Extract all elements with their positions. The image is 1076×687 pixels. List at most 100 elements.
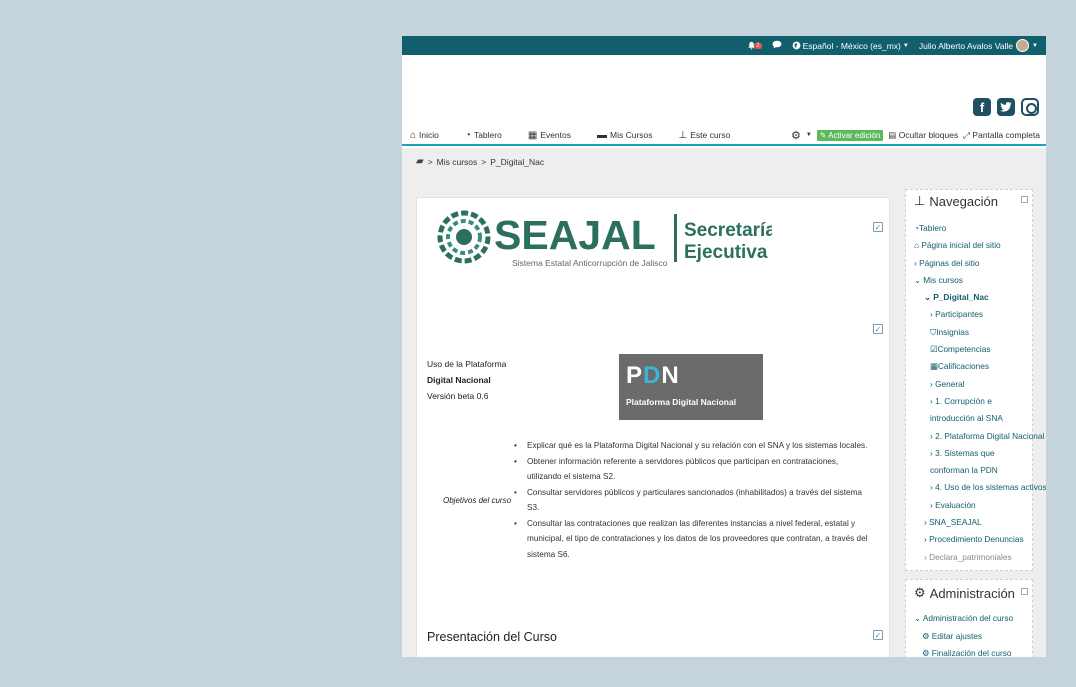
nav-tree-label: 1. Corrupción e introducción al SNA [930, 395, 1003, 424]
columns-icon: ▤ [888, 129, 897, 140]
caret-down-icon: ▼ [805, 132, 812, 138]
nav-tree-item[interactable]: › Páginas del sitio [914, 255, 1032, 272]
nav-tree-item[interactable]: › 4. Uso de los sistemas activos [914, 479, 1046, 496]
breadcrumb: ▰ > Mis cursos > P_Digital_Nac [416, 156, 544, 167]
activate-edit-label: Activar edición [828, 130, 881, 140]
messages-button[interactable] [772, 40, 782, 51]
activate-edit-button[interactable]: ✎ Activar edición [816, 129, 884, 141]
course-content: SEAJAL Sistema Estatal Anticorrupción de… [416, 197, 890, 657]
completion-checkbox[interactable]: ✓ [873, 222, 883, 232]
chevron-right-icon: › [914, 257, 917, 268]
pdn-letter: D [643, 362, 662, 389]
chevron-right-icon: › [930, 309, 933, 320]
user-menu[interactable]: Julio Alberto Avalos Valle ▼ [919, 39, 1038, 52]
nav-tree-item[interactable]: ⌂ Página inicial del sitio [914, 237, 1032, 254]
nav-mis-cursos[interactable]: ▬ Mis Cursos [597, 130, 653, 141]
breadcrumb-course[interactable]: P_Digital_Nac [490, 157, 544, 167]
twitter-icon[interactable] [997, 98, 1015, 116]
sitemap-icon: ⊥ [678, 129, 688, 141]
notifications-button[interactable]: 2 [747, 41, 762, 50]
nav-tree-item[interactable]: ⌄ P_Digital_Nac [914, 289, 1032, 306]
seajal-logo: SEAJAL Sistema Estatal Anticorrupción de… [437, 210, 772, 268]
nav-tree-item[interactable]: › General [914, 376, 1032, 393]
logo-line2: Ejecutiva [684, 242, 768, 263]
main-navbar: ⌂ Inicio ◔ Tablero ▦ Eventos ▬ Mis Curso… [402, 126, 1046, 146]
admin-label: Administración del curso [922, 613, 1014, 623]
pdn-letters: PDN [626, 362, 680, 390]
nav-tree-item[interactable]: › 1. Corrupción e introducción al SNA [914, 393, 1032, 428]
caret-down-icon: ▼ [902, 42, 909, 49]
admin-item[interactable]: ⚙ Finalización del curso [914, 645, 1013, 657]
user-name: Julio Alberto Avalos Valle [918, 40, 1014, 51]
nav-tablero[interactable]: ◔ Tablero [465, 130, 502, 141]
fullscreen-button[interactable]: ⤢ Pantalla completa [963, 130, 1040, 141]
nav-tree-item[interactable]: › 3. Sistemas que conforman la PDN [914, 445, 1032, 480]
collapse-block-button[interactable] [1021, 196, 1028, 203]
breadcrumb-mis-cursos[interactable]: Mis cursos [437, 157, 478, 167]
nav-tree-label: Páginas del sitio [919, 257, 980, 268]
nav-tree-label: General [935, 378, 965, 389]
administration-tree: ⌄ Administración del curso ⚙ Editar ajus… [914, 610, 1013, 657]
globe-icon [792, 41, 800, 50]
briefcase-icon: ▬ [597, 129, 607, 141]
logo-tagline: Sistema Estatal Anticorrupción de Jalisc… [512, 258, 668, 268]
nav-eventos[interactable]: ▦ Eventos [528, 130, 571, 141]
collapse-block-button[interactable] [1021, 588, 1028, 595]
nav-tree-label: 4. Uso de los sistemas activos [935, 482, 1046, 493]
course-info: Uso de la Plataforma Digital Nacional Ve… [427, 356, 506, 404]
logo-line1: Secretaría [684, 220, 772, 241]
expand-icon: ⤢ [963, 129, 971, 140]
nav-tree-item[interactable]: ▦Calificaciones [914, 358, 1032, 375]
chevron-down-icon: ⌄ [914, 613, 921, 623]
hide-blocks-button[interactable]: ▤ Ocultar bloques [888, 130, 958, 141]
admin-label: Editar ajustes [931, 630, 983, 641]
sitemap-icon: ⊥ [914, 193, 926, 208]
notification-badge: 2 [754, 42, 762, 49]
instagram-icon[interactable] [1021, 98, 1039, 116]
administration-block: ⚙ Administración ⌄ Administración del cu… [905, 579, 1033, 657]
nav-tree-item[interactable]: ☑Competencias [914, 341, 1032, 358]
nav-tree-label: Procedimiento Denuncias [929, 534, 1024, 545]
nav-inicio[interactable]: ⌂ Inicio [410, 130, 439, 141]
gears-icon: ⚙ [914, 585, 926, 600]
language-menu[interactable]: Español - México (es_mx) ▼ [792, 41, 909, 51]
facebook-icon[interactable]: f [973, 98, 991, 116]
completion-checkbox[interactable]: ✓ [873, 630, 883, 640]
nav-tree-item[interactable]: › SNA_SEAJAL [914, 514, 1032, 531]
course-info-line: Digital Nacional [427, 375, 491, 385]
nav-tree-item[interactable]: ⌄ Mis cursos [914, 272, 1032, 289]
nav-label: Este curso [690, 130, 731, 140]
chevron-right-icon: › [930, 482, 933, 493]
chevron-right-icon: › [924, 551, 927, 562]
block-title: Navegación [929, 193, 998, 209]
nav-label: Tablero [473, 130, 502, 140]
chevron-right-icon: › [924, 517, 927, 528]
gear-icon[interactable]: ⚙ [791, 129, 801, 142]
folder-icon: ▰ [416, 156, 424, 167]
pdn-logo: PDN Plataforma Digital Nacional [619, 354, 763, 420]
nav-label: Inicio [419, 130, 439, 140]
nav-tree-label: Declara_patrimoniales [929, 551, 1012, 562]
list-item: Explicar qué es la Plataforma Digital Na… [514, 438, 872, 454]
nav-tree-item[interactable]: ⛉Insignias [914, 324, 1032, 341]
nav-tree-item[interactable]: › Evaluación [914, 497, 1032, 514]
nav-tree-item[interactable]: › Participantes [914, 306, 1032, 323]
admin-item[interactable]: ⌄ Administración del curso [914, 610, 1013, 628]
gear-icon: ⚙ [922, 630, 930, 641]
navigation-block: ⊥ Navegación ◔Tablero ⌂ Página inicial d… [905, 189, 1046, 571]
nav-label: Eventos [540, 130, 571, 140]
nav-tree-item[interactable]: › Procedimiento Denuncias [914, 531, 1032, 548]
nav-este-curso[interactable]: ⊥ Este curso [679, 130, 731, 141]
completion-checkbox[interactable]: ✓ [873, 324, 883, 334]
admin-item[interactable]: ⚙ Editar ajustes [914, 628, 1013, 646]
nav-tree-item[interactable]: ◔Tablero [914, 220, 1032, 237]
home-icon: ⌂ [914, 240, 920, 251]
nav-tree-item[interactable]: › 2. Plataforma Digital Nacional [914, 428, 1044, 445]
nav-tree-item[interactable]: › Declara_patrimoniales [914, 549, 1032, 566]
table-icon: ▦ [930, 361, 938, 372]
nav-tree-label: Competencias [937, 344, 991, 355]
course-info-line: Uso de la Plataforma [427, 359, 507, 369]
home-icon: ⌂ [410, 129, 417, 141]
navbar-actions: ⚙ ▼ ✎ Activar edición ▤ Ocultar bloques … [791, 129, 1046, 142]
pdn-letter: P [626, 362, 644, 389]
